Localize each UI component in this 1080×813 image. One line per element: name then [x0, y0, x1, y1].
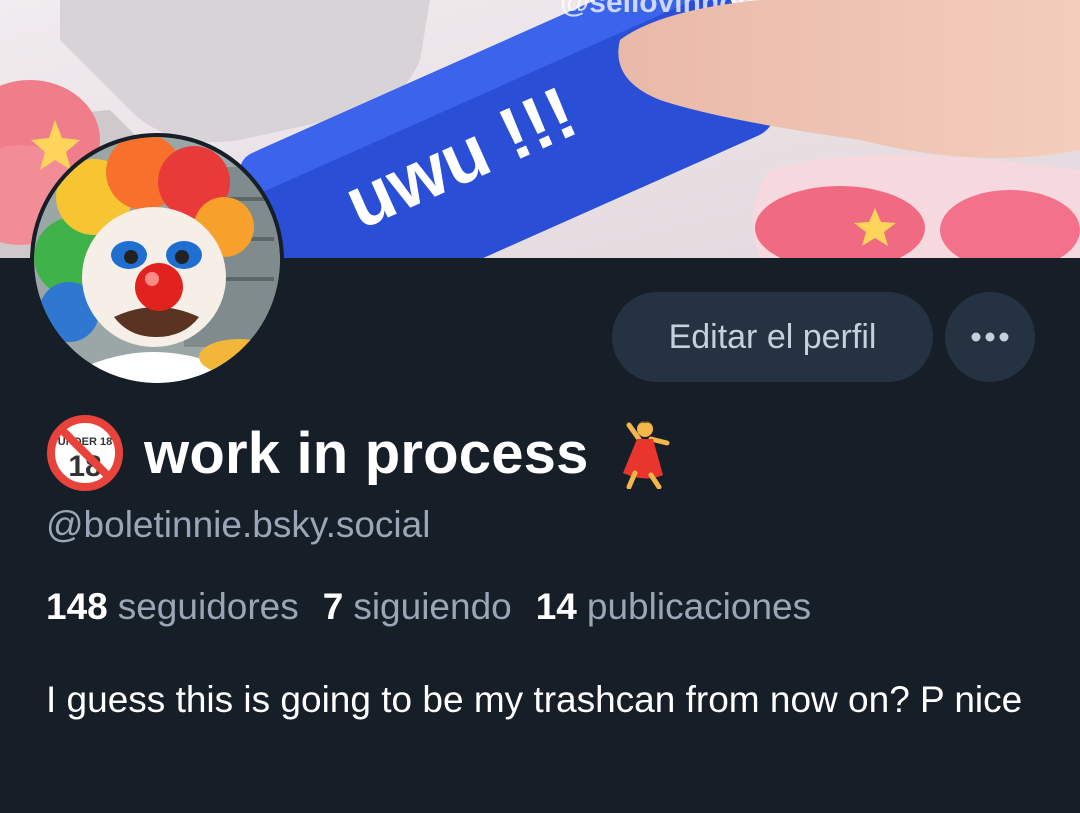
following-label: siguiendo	[353, 586, 512, 627]
clown-avatar-image	[34, 137, 280, 383]
followers-label: seguidores	[117, 586, 299, 627]
followers-count: 148	[46, 586, 108, 627]
avatar[interactable]	[30, 133, 284, 387]
followers-stat[interactable]: 148 seguidores	[46, 586, 299, 628]
posts-label: publicaciones	[586, 586, 812, 627]
profile-bio: I guess this is going to be my trashcan …	[46, 679, 1023, 720]
more-options-button[interactable]	[945, 292, 1035, 382]
profile-handle[interactable]: @boletinnie.bsky.social	[46, 504, 430, 546]
dancer-icon	[622, 421, 670, 489]
display-name-row: UNDER 18 18 work in process	[46, 415, 677, 491]
display-name: work in process	[144, 420, 589, 486]
profile-stats: 148 seguidores 7 siguiendo 14 publicaciones	[46, 586, 835, 628]
following-stat[interactable]: 7 siguiendo	[323, 586, 512, 628]
edit-profile-button[interactable]: Editar el perfil	[612, 292, 933, 382]
ellipsis-icon	[971, 332, 1009, 342]
posts-stat: 14 publicaciones	[536, 586, 811, 628]
following-count: 7	[322, 586, 344, 627]
posts-count: 14	[535, 586, 577, 627]
no-under-18-icon: UNDER 18 18	[47, 415, 123, 491]
